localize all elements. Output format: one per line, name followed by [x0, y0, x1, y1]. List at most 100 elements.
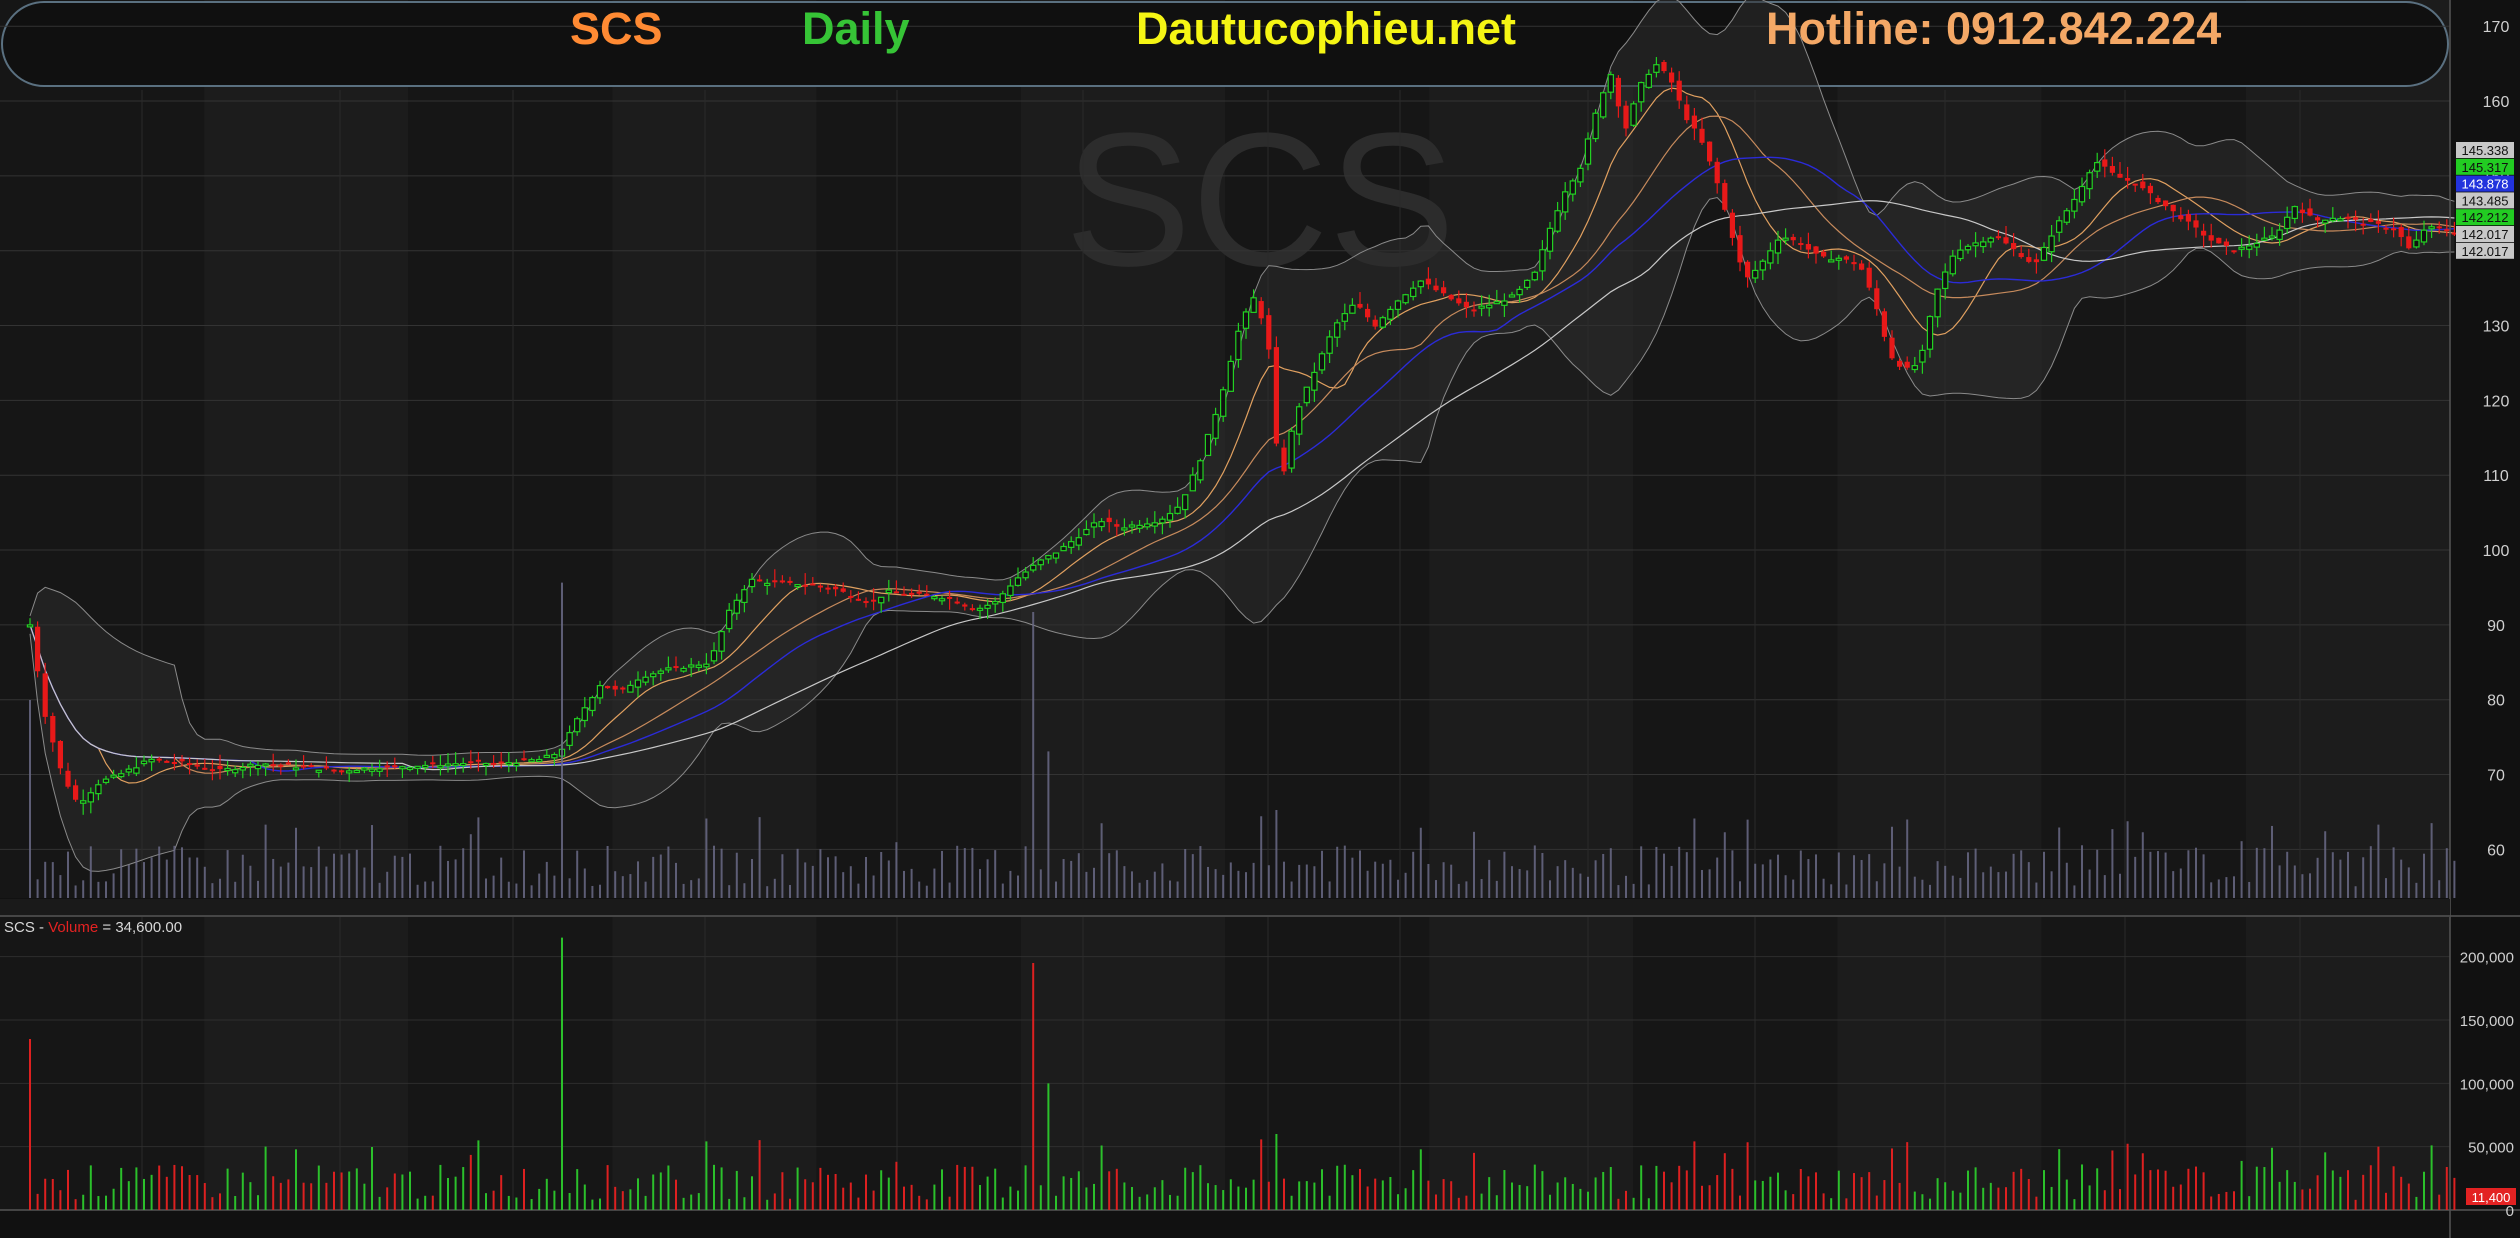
candle-body-up	[2063, 210, 2070, 223]
candle-body-down	[1365, 308, 1371, 318]
candle-body-up	[1417, 280, 1424, 288]
candle-body-down	[2231, 250, 2237, 253]
candle-body-up	[2284, 216, 2291, 230]
candle-body-down	[954, 601, 960, 604]
volume-bg-band	[1837, 915, 2042, 1210]
candle-body-up	[26, 624, 34, 628]
candle-body-up	[95, 784, 102, 795]
candle-body-down	[171, 761, 177, 764]
price-last-tag: 143.878	[2462, 177, 2509, 192]
candle-body-up	[1090, 522, 1098, 528]
candle-body-up	[125, 768, 132, 773]
candle-body-up	[1159, 518, 1166, 524]
candle-body-down	[278, 764, 284, 767]
candle-body-up	[353, 769, 361, 774]
candle-body-up	[938, 598, 946, 602]
candle-body-down	[179, 758, 185, 762]
candle-body-down	[323, 766, 329, 769]
candle-body-down	[787, 580, 793, 583]
candle-body-down	[217, 765, 223, 770]
candle-body-down	[2398, 227, 2404, 238]
candle-body-up	[1250, 297, 1257, 313]
candle-body-up	[1311, 371, 1318, 391]
candle-body-down	[301, 765, 307, 768]
candle-body-up	[444, 763, 452, 767]
candle-body-up	[1987, 237, 1994, 243]
candle-body-down	[65, 770, 71, 787]
candle-body-up	[589, 696, 596, 712]
candle-body-up	[581, 707, 589, 722]
candle-body-up	[1653, 64, 1660, 73]
candle-body-down	[840, 588, 846, 592]
candle-body-up	[976, 607, 984, 611]
date-axis-strip	[0, 899, 2450, 917]
candle-body-down	[2353, 217, 2359, 220]
candle-body-up	[2086, 172, 2093, 190]
candle-body-up	[1630, 103, 1637, 126]
candle-body-down	[772, 580, 778, 583]
candle-body-up	[741, 589, 748, 604]
candle-body-up	[1181, 494, 1189, 511]
candle-body-up	[1645, 73, 1652, 88]
candle-body-down	[384, 765, 390, 768]
candle-body-down	[909, 592, 915, 595]
candle-body-down	[893, 591, 899, 594]
candle-body-up	[710, 650, 718, 662]
candle-body-up	[117, 773, 125, 778]
candle-body-down	[1897, 360, 1903, 367]
candle-body-up	[1098, 521, 1105, 528]
candle-body-down	[156, 758, 162, 761]
candle-body-up	[1493, 301, 1500, 305]
candle-body-up	[763, 582, 771, 586]
candle-body-up	[931, 596, 938, 600]
candle-body-down	[2109, 166, 2115, 173]
price-last-tag: 143.485	[2462, 193, 2509, 208]
candle-body-up	[2276, 229, 2283, 240]
candle-body-down	[916, 591, 922, 594]
candle-body-up	[1022, 571, 1029, 579]
candle-body-down	[1357, 303, 1363, 308]
candle-body-down	[2201, 230, 2207, 236]
candle-body-down	[308, 765, 314, 768]
candle-body-up	[1227, 360, 1234, 392]
candle-body-up	[1774, 239, 1782, 254]
volume-tick-label: 0	[2506, 1203, 2514, 1220]
candle-body-up	[1979, 241, 1987, 248]
candle-body-up	[1121, 527, 1128, 531]
candle-body-up	[1584, 138, 1592, 165]
candle-body-down	[855, 598, 861, 601]
candle-body-up	[1303, 386, 1310, 404]
candle-body-down	[2368, 218, 2374, 222]
candle-body-down	[2003, 237, 2009, 244]
candle-body-down	[1851, 262, 1857, 265]
candle-body-up	[1919, 349, 1926, 363]
candle-body-down	[2391, 228, 2397, 231]
candle-body-up	[399, 766, 406, 770]
candle-body-down	[521, 758, 527, 761]
volume-current-value: = 34,600.00	[98, 919, 183, 936]
candle-body-up	[1014, 577, 1022, 587]
candle-body-up	[406, 766, 414, 771]
candle-body-down	[2444, 229, 2450, 232]
candle-body-down	[1273, 347, 1279, 444]
candle-body-up	[1516, 288, 1523, 296]
candle-body-down	[57, 740, 63, 769]
y-tick-label: 70	[2487, 768, 2505, 785]
candle-body-up	[1485, 304, 1493, 309]
price-last-tag: 142.017	[2462, 244, 2509, 259]
candle-body-down	[285, 762, 291, 765]
candle-body-up	[2337, 218, 2344, 222]
candle-body-up	[1637, 81, 1645, 103]
candle-body-down	[1114, 524, 1120, 527]
candle-body-down	[1866, 267, 1872, 288]
candle-body-up	[665, 667, 672, 671]
candle-body-up	[1029, 564, 1037, 571]
candle-body-up	[254, 764, 262, 770]
volume-bg-band	[1429, 915, 1634, 1210]
candle-body-up	[1941, 271, 1949, 290]
candle-body-up	[1554, 210, 1561, 232]
candle-body-down	[1859, 263, 1865, 270]
candle-body-up	[543, 754, 551, 758]
candle-body-down	[962, 604, 968, 607]
y-tick-label: 80	[2487, 693, 2505, 710]
